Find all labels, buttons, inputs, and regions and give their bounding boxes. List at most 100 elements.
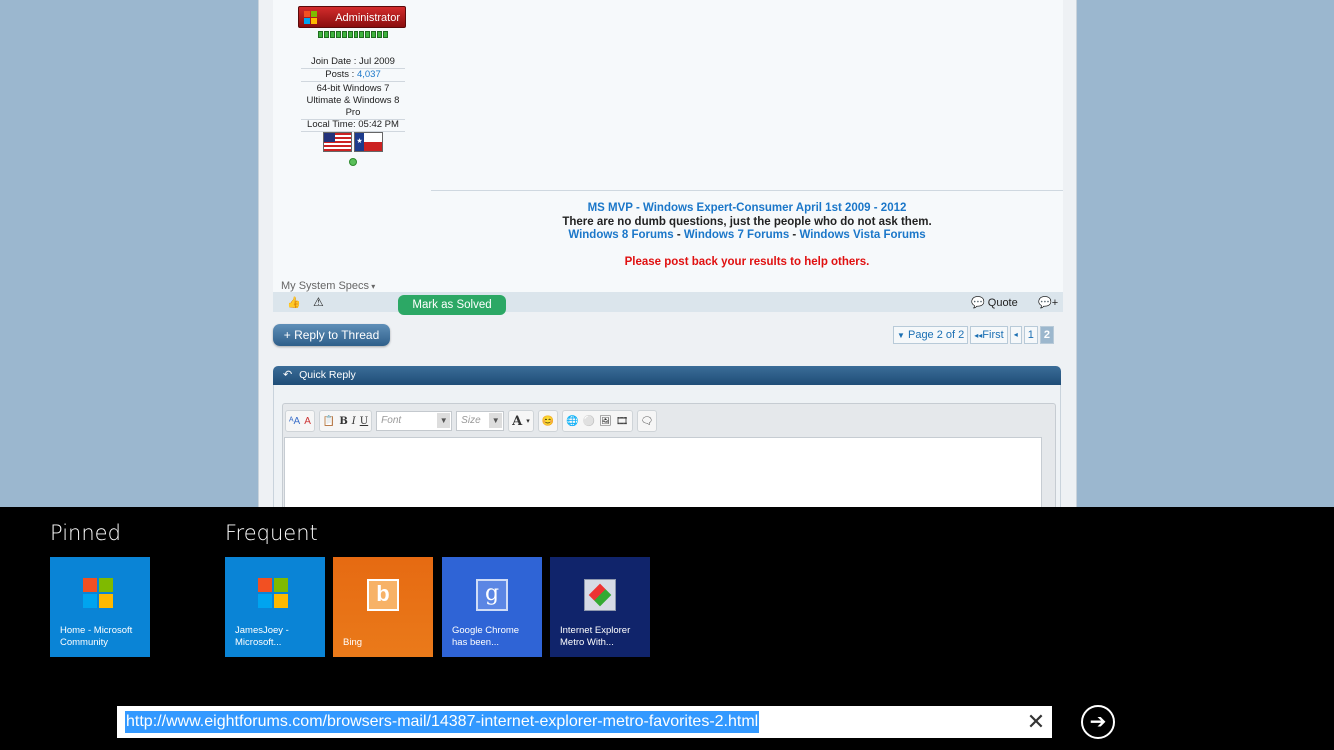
system-specs-label: My System Specs xyxy=(281,280,370,292)
flags xyxy=(323,132,383,152)
editor-toolbar: ᴬA A 📋 B I U Font▼ Size▼ A▾ 😊 🌐 ⚪ 🖼 🎞 xyxy=(285,410,658,432)
link-windows-vista-forums[interactable]: Windows Vista Forums xyxy=(799,229,925,241)
report-warning-icon[interactable]: ⚠ xyxy=(313,295,324,309)
tile-google-chrome[interactable]: g Google Chrome has been... xyxy=(442,557,542,657)
page-link-2-current: 2 xyxy=(1039,326,1054,344)
separator: - xyxy=(789,229,800,241)
quote-icon: 💬 xyxy=(971,297,985,309)
clear-address-icon[interactable]: ✕ xyxy=(1020,706,1052,738)
signature-divider xyxy=(431,190,1063,191)
page-link-1[interactable]: 1 xyxy=(1023,326,1038,344)
tile-label: Internet Explorer Metro With... xyxy=(560,625,631,648)
site-favicon-icon xyxy=(584,579,616,611)
quick-reply-header: ↶ Quick Reply xyxy=(273,366,1061,385)
bing-logo-icon: b xyxy=(367,579,399,611)
address-input[interactable]: http://www.eightforums.com/browsers-mail… xyxy=(125,711,760,733)
insert-video-icon[interactable]: 🎞 xyxy=(616,416,629,427)
online-status-icon xyxy=(349,158,357,166)
go-arrow-icon[interactable]: ➔ xyxy=(1081,705,1115,739)
reply-arrow-icon: ↶ xyxy=(283,369,293,381)
mark-as-solved-button[interactable]: Mark as Solved xyxy=(398,295,506,315)
speech-bubble-icon: 🗨 xyxy=(640,415,654,427)
windows-flag-icon xyxy=(304,11,317,24)
quick-reply-body: ᴬA A 📋 B I U Font▼ Size▼ A▾ 😊 🌐 ⚪ 🖼 🎞 xyxy=(273,385,1061,519)
rank-badge: Administrator xyxy=(298,6,406,28)
spellcheck-icon[interactable]: A xyxy=(304,416,311,427)
text-color-button[interactable]: A ▾ xyxy=(508,410,534,432)
quick-reply-title: Quick Reply xyxy=(299,369,356,381)
tile-label: Home - Microsoft Community xyxy=(60,625,133,648)
italic-icon[interactable]: I xyxy=(352,416,356,427)
tile-ie-metro[interactable]: Internet Explorer Metro With... xyxy=(550,557,650,657)
ie-address-appbar: Pinned Frequent Home - Microsoft Communi… xyxy=(0,507,1334,750)
first-label: First xyxy=(982,329,1004,341)
dropdown-arrow-icon: ▼ xyxy=(437,413,451,428)
size-dropdown-label: Size xyxy=(461,415,481,426)
unlink-icon[interactable]: ⚪ xyxy=(583,416,595,427)
signature: MS MVP - Windows Expert-Consumer April 1… xyxy=(431,202,1063,269)
local-time: Local Time: 05:42 PM xyxy=(301,119,405,132)
editor: ᴬA A 📋 B I U Font▼ Size▼ A▾ 😊 🌐 ⚪ 🖼 🎞 xyxy=(282,403,1056,519)
tile-bing[interactable]: b Bing xyxy=(333,557,433,657)
underline-icon[interactable]: U xyxy=(360,416,368,427)
separator: - xyxy=(673,229,684,241)
insert-link-icon[interactable]: 🌐 xyxy=(566,416,578,427)
link-windows-8-forums[interactable]: Windows 8 Forums xyxy=(568,229,673,241)
post-count: Posts : 4,037 xyxy=(301,69,405,82)
link-windows-7-forums[interactable]: Windows 7 Forums xyxy=(684,229,789,241)
tile-home-microsoft-community[interactable]: Home - Microsoft Community xyxy=(50,557,150,657)
post-count-link[interactable]: 4,037 xyxy=(357,69,381,80)
bold-icon[interactable]: B xyxy=(339,416,347,427)
thumbs-up-icon[interactable]: 👍 xyxy=(287,296,301,309)
dropdown-arrow-icon: ▼ xyxy=(489,413,503,428)
forum-post: Administrator Join Date : Jul 2009 Posts… xyxy=(273,0,1063,315)
texas-flag-icon xyxy=(354,132,383,152)
post-action-bar: 👍 ⚠ Mark as Solved 💬 Quote 💬+ xyxy=(273,292,1063,315)
first-page-link[interactable]: ◂◂First xyxy=(970,326,1008,344)
google-logo-icon: g xyxy=(476,579,508,611)
signature-line-help: Please post back your results to help ot… xyxy=(624,255,870,268)
windows-logo-icon xyxy=(258,578,290,610)
signature-forum-links: Windows 8 Forums - Windows 7 Forums - Wi… xyxy=(431,229,1063,243)
pagination: ▼ Page 2 of 2 ◂◂First ◂ 1 2 xyxy=(893,326,1054,344)
toolbar-group-style: 📋 B I U xyxy=(318,410,373,432)
insert-image-icon[interactable]: 🖼 xyxy=(599,416,612,427)
pinned-heading: Pinned xyxy=(50,521,121,545)
usa-flag-icon xyxy=(323,132,352,152)
signature-line-mvp[interactable]: MS MVP - Windows Expert-Consumer April 1… xyxy=(431,202,1063,216)
reply-to-thread-button[interactable]: + Reply to Thread xyxy=(273,324,390,346)
rank-label: Administrator xyxy=(335,12,400,24)
paste-icon[interactable]: 📋 xyxy=(323,416,335,427)
size-dropdown[interactable]: Size ▼ xyxy=(456,411,505,431)
smilies-button[interactable]: 😊 xyxy=(537,410,559,432)
post-count-label: Posts : xyxy=(325,69,357,80)
windows-logo-icon xyxy=(83,578,115,610)
page-of-dropdown[interactable]: ▼ Page 2 of 2 xyxy=(893,326,969,344)
tile-jamesjoey[interactable]: JamesJoey - Microsoft... xyxy=(225,557,325,657)
join-date: Join Date : Jul 2009 xyxy=(301,56,405,69)
chevron-down-icon: ▾ xyxy=(526,418,530,425)
quote-insert-button[interactable]: 🗨 xyxy=(636,410,658,432)
text-color-icon: A xyxy=(512,413,523,429)
tile-label: JamesJoey - Microsoft... xyxy=(235,625,289,648)
os-info: 64-bit Windows 7 Ultimate & Windows 8 Pr… xyxy=(301,83,405,120)
system-specs-link[interactable]: My System Specs ▾ xyxy=(281,280,375,292)
address-bar[interactable]: http://www.eightforums.com/browsers-mail… xyxy=(117,706,1052,738)
toolbar-group-insert: 🌐 ⚪ 🖼 🎞 xyxy=(562,410,633,432)
forum-page: Administrator Join Date : Jul 2009 Posts… xyxy=(258,0,1077,519)
reputation-bar xyxy=(318,31,389,38)
quote-label: Quote xyxy=(987,297,1018,309)
signature-line-quote: There are no dumb questions, just the pe… xyxy=(562,215,932,228)
tile-label: Google Chrome has been... xyxy=(452,625,520,648)
remove-format-icon[interactable]: ᴬA xyxy=(289,416,300,427)
toolbar-group-format: ᴬA A xyxy=(285,410,315,432)
font-dropdown-label: Font xyxy=(381,415,402,426)
multi-quote-icon[interactable]: 💬+ xyxy=(1038,296,1058,309)
font-dropdown[interactable]: Font ▼ xyxy=(376,411,453,431)
quote-button[interactable]: 💬 Quote xyxy=(971,296,1018,309)
smiley-icon: 😊 xyxy=(541,415,555,427)
page-of-label: Page 2 of 2 xyxy=(907,329,965,341)
prev-page-icon[interactable]: ◂ xyxy=(1009,326,1022,344)
tile-label: Bing xyxy=(343,637,363,648)
frequent-heading: Frequent xyxy=(225,521,318,545)
